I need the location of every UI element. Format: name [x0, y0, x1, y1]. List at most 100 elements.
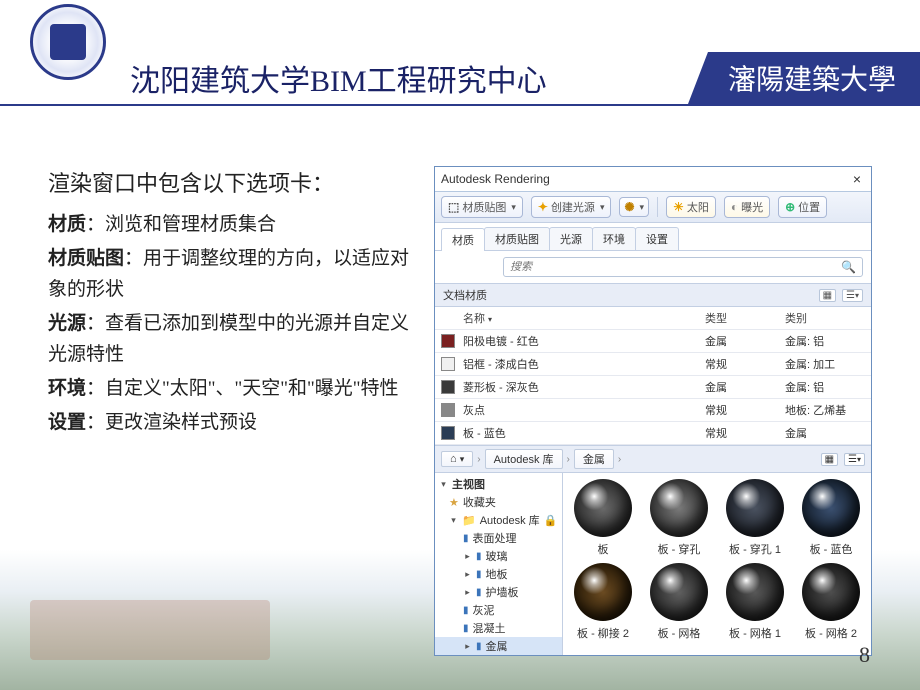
page-number: 8 — [859, 642, 870, 668]
table-row[interactable]: 菱形板 - 深灰色金属金属: 铝 — [435, 376, 871, 399]
category-icon: ▮ — [476, 587, 482, 598]
col-name[interactable]: 名称▾ — [463, 310, 705, 326]
breadcrumb-cat[interactable]: 金属 — [574, 449, 614, 469]
material-sphere-icon — [802, 563, 860, 621]
chevron-down-icon: ▾ — [640, 202, 645, 213]
globe-icon: ⊕ — [785, 200, 795, 214]
view-list-icon[interactable]: ☰▾ — [842, 289, 863, 302]
create-light-button[interactable]: ✦创建光源▾ — [531, 196, 612, 218]
material-thumb[interactable]: 板 - 穿孔 — [643, 479, 715, 557]
material-thumb[interactable]: 板 - 网格 — [643, 563, 715, 641]
light-glyph-button[interactable]: ✺▾ — [619, 197, 649, 217]
home-icon: ⌂ — [450, 453, 457, 465]
sun-button[interactable]: ☀太阳 — [666, 196, 716, 218]
tree-item[interactable]: ▮灰泥 — [435, 601, 562, 619]
tree-item[interactable]: ▸▮护墙板 — [435, 583, 562, 601]
intro-text: 渲染窗口中包含以下选项卡： — [48, 166, 418, 198]
rendering-window: Autodesk Rendering × ⬚材质贴图▾ ✦创建光源▾ ✺▾ ☀太… — [434, 166, 872, 656]
category-icon: ▮ — [463, 605, 469, 616]
material-thumb-label: 板 - 穿孔 — [643, 541, 715, 557]
tab-settings[interactable]: 设置 — [635, 227, 679, 250]
material-sphere-icon — [650, 563, 708, 621]
material-thumb[interactable]: 板 - 网格 1 — [719, 563, 791, 641]
category-icon: ▮ — [476, 641, 482, 652]
breadcrumb-lib[interactable]: Autodesk 库 — [485, 449, 563, 469]
tree-item[interactable]: ▮表面处理 — [435, 529, 562, 547]
table-row[interactable]: 铝框 - 漆成白色常规金属: 加工 — [435, 353, 871, 376]
material-thumb-label: 板 - 蓝色 — [795, 541, 867, 557]
material-sphere-icon — [574, 563, 632, 621]
slide-title: 沈阳建筑大学BIM工程研究中心 — [130, 56, 547, 100]
library-tree: ▾主视图 ★收藏夹 ▾📁Autodesk 库 🔒 ▮表面处理 ▸▮玻璃 ▸▮地板… — [435, 473, 563, 655]
material-sphere-icon — [802, 479, 860, 537]
close-icon[interactable]: × — [849, 171, 865, 187]
col-type[interactable]: 类型 — [705, 310, 785, 326]
doc-material-header: 文档材质 ▦ ☰▾ — [435, 283, 871, 307]
sun-icon: ☀ — [673, 200, 684, 214]
swatch-icon — [441, 426, 455, 440]
chevron-down-icon: ▾ — [600, 202, 605, 213]
material-map-button[interactable]: ⬚材质贴图▾ — [441, 196, 523, 218]
tabs: 材质 材质贴图 光源 环境 设置 — [435, 223, 871, 251]
tree-item[interactable]: ▸▮玻璃 — [435, 547, 562, 565]
view-grid-icon[interactable]: ▦ — [819, 289, 836, 302]
search-input[interactable] — [510, 261, 841, 273]
table-row[interactable]: 板 - 蓝色常规金属 — [435, 422, 871, 445]
tree-fav[interactable]: ★收藏夹 — [435, 493, 562, 511]
thumbnail-grid: 板板 - 穿孔板 - 穿孔 1板 - 蓝色板 - 柳接 2板 - 网格板 - 网… — [563, 473, 871, 655]
col-category[interactable]: 类别 — [785, 310, 865, 326]
university-logo — [30, 4, 106, 80]
desc-item: 材质贴图：用于调整纹理的方向，以适应对象的形状 — [48, 244, 418, 305]
tab-env[interactable]: 环境 — [592, 227, 636, 250]
sort-icon: ▾ — [488, 315, 492, 324]
material-thumb[interactable]: 板 - 柳接 2 — [567, 563, 639, 641]
desc-item: 设置：更改渲染样式预设 — [48, 408, 418, 438]
category-icon: ▮ — [476, 569, 482, 580]
view-grid-icon[interactable]: ▦ — [821, 453, 838, 466]
material-sphere-icon — [650, 479, 708, 537]
category-icon: ▮ — [463, 623, 469, 634]
desc-item: 环境：自定义"太阳"、"天空"和"曝光"特性 — [48, 374, 418, 404]
table-row[interactable]: 灰点常规地板: 乙烯基 — [435, 399, 871, 422]
library-body: ▾主视图 ★收藏夹 ▾📁Autodesk 库 🔒 ▮表面处理 ▸▮玻璃 ▸▮地板… — [435, 473, 871, 655]
position-button[interactable]: ⊕位置 — [778, 196, 827, 218]
exposure-button[interactable]: ◐曝光 — [724, 196, 770, 218]
tab-material[interactable]: 材质 — [441, 228, 485, 251]
material-thumb[interactable]: 板 - 网格 2 — [795, 563, 867, 641]
cube-icon: ⬚ — [448, 200, 459, 214]
bulb-icon: ✺ — [624, 200, 634, 214]
tree-item[interactable]: ▸▮地板 — [435, 565, 562, 583]
swatch-icon — [441, 357, 455, 371]
star-icon: ★ — [449, 496, 459, 509]
window-title-text: Autodesk Rendering — [441, 172, 550, 186]
material-sphere-icon — [726, 563, 784, 621]
search-icon: 🔍 — [841, 260, 856, 274]
tree-item[interactable]: ▮混凝土 — [435, 619, 562, 637]
material-thumb[interactable]: 板 - 穿孔 1 — [719, 479, 791, 557]
table-row[interactable]: 阳极电镀 - 红色金属金属: 铝 — [435, 330, 871, 353]
swatch-icon — [441, 334, 455, 348]
main-toolbar: ⬚材质贴图▾ ✦创建光源▾ ✺▾ ☀太阳 ◐曝光 ⊕位置 — [435, 192, 871, 223]
tree-root[interactable]: ▾主视图 — [435, 475, 562, 493]
tree-item-selected[interactable]: ▸▮金属 — [435, 637, 562, 655]
tree-autodesk[interactable]: ▾📁Autodesk 库 🔒 — [435, 511, 562, 529]
lock-icon: 🔒 — [544, 514, 558, 527]
view-list-icon[interactable]: ☰▾ — [844, 453, 865, 466]
search-row: 🔍 — [435, 251, 871, 283]
university-brand: 瀋陽建築大學 — [688, 52, 920, 104]
library-breadcrumb: ⌂ ▾ › Autodesk 库 › 金属 › ▦ ☰▾ — [435, 445, 871, 473]
exposure-icon: ◐ — [731, 200, 738, 214]
swatch-icon — [441, 380, 455, 394]
material-thumb-label: 板 - 网格 2 — [795, 625, 867, 641]
search-box[interactable]: 🔍 — [503, 257, 863, 277]
material-sphere-icon — [574, 479, 632, 537]
slide-header: 沈阳建筑大学BIM工程研究中心 瀋陽建築大學 — [0, 0, 920, 106]
material-thumb[interactable]: 板 - 蓝色 — [795, 479, 867, 557]
breadcrumb-home[interactable]: ⌂ ▾ — [441, 451, 473, 467]
material-thumb-label: 板 - 网格 1 — [719, 625, 791, 641]
material-thumb-label: 板 - 网格 — [643, 625, 715, 641]
material-thumb[interactable]: 板 — [567, 479, 639, 557]
tab-material-map[interactable]: 材质贴图 — [484, 227, 550, 250]
material-table: 名称▾ 类型 类别 阳极电镀 - 红色金属金属: 铝 铝框 - 漆成白色常规金属… — [435, 307, 871, 445]
tab-light[interactable]: 光源 — [549, 227, 593, 250]
